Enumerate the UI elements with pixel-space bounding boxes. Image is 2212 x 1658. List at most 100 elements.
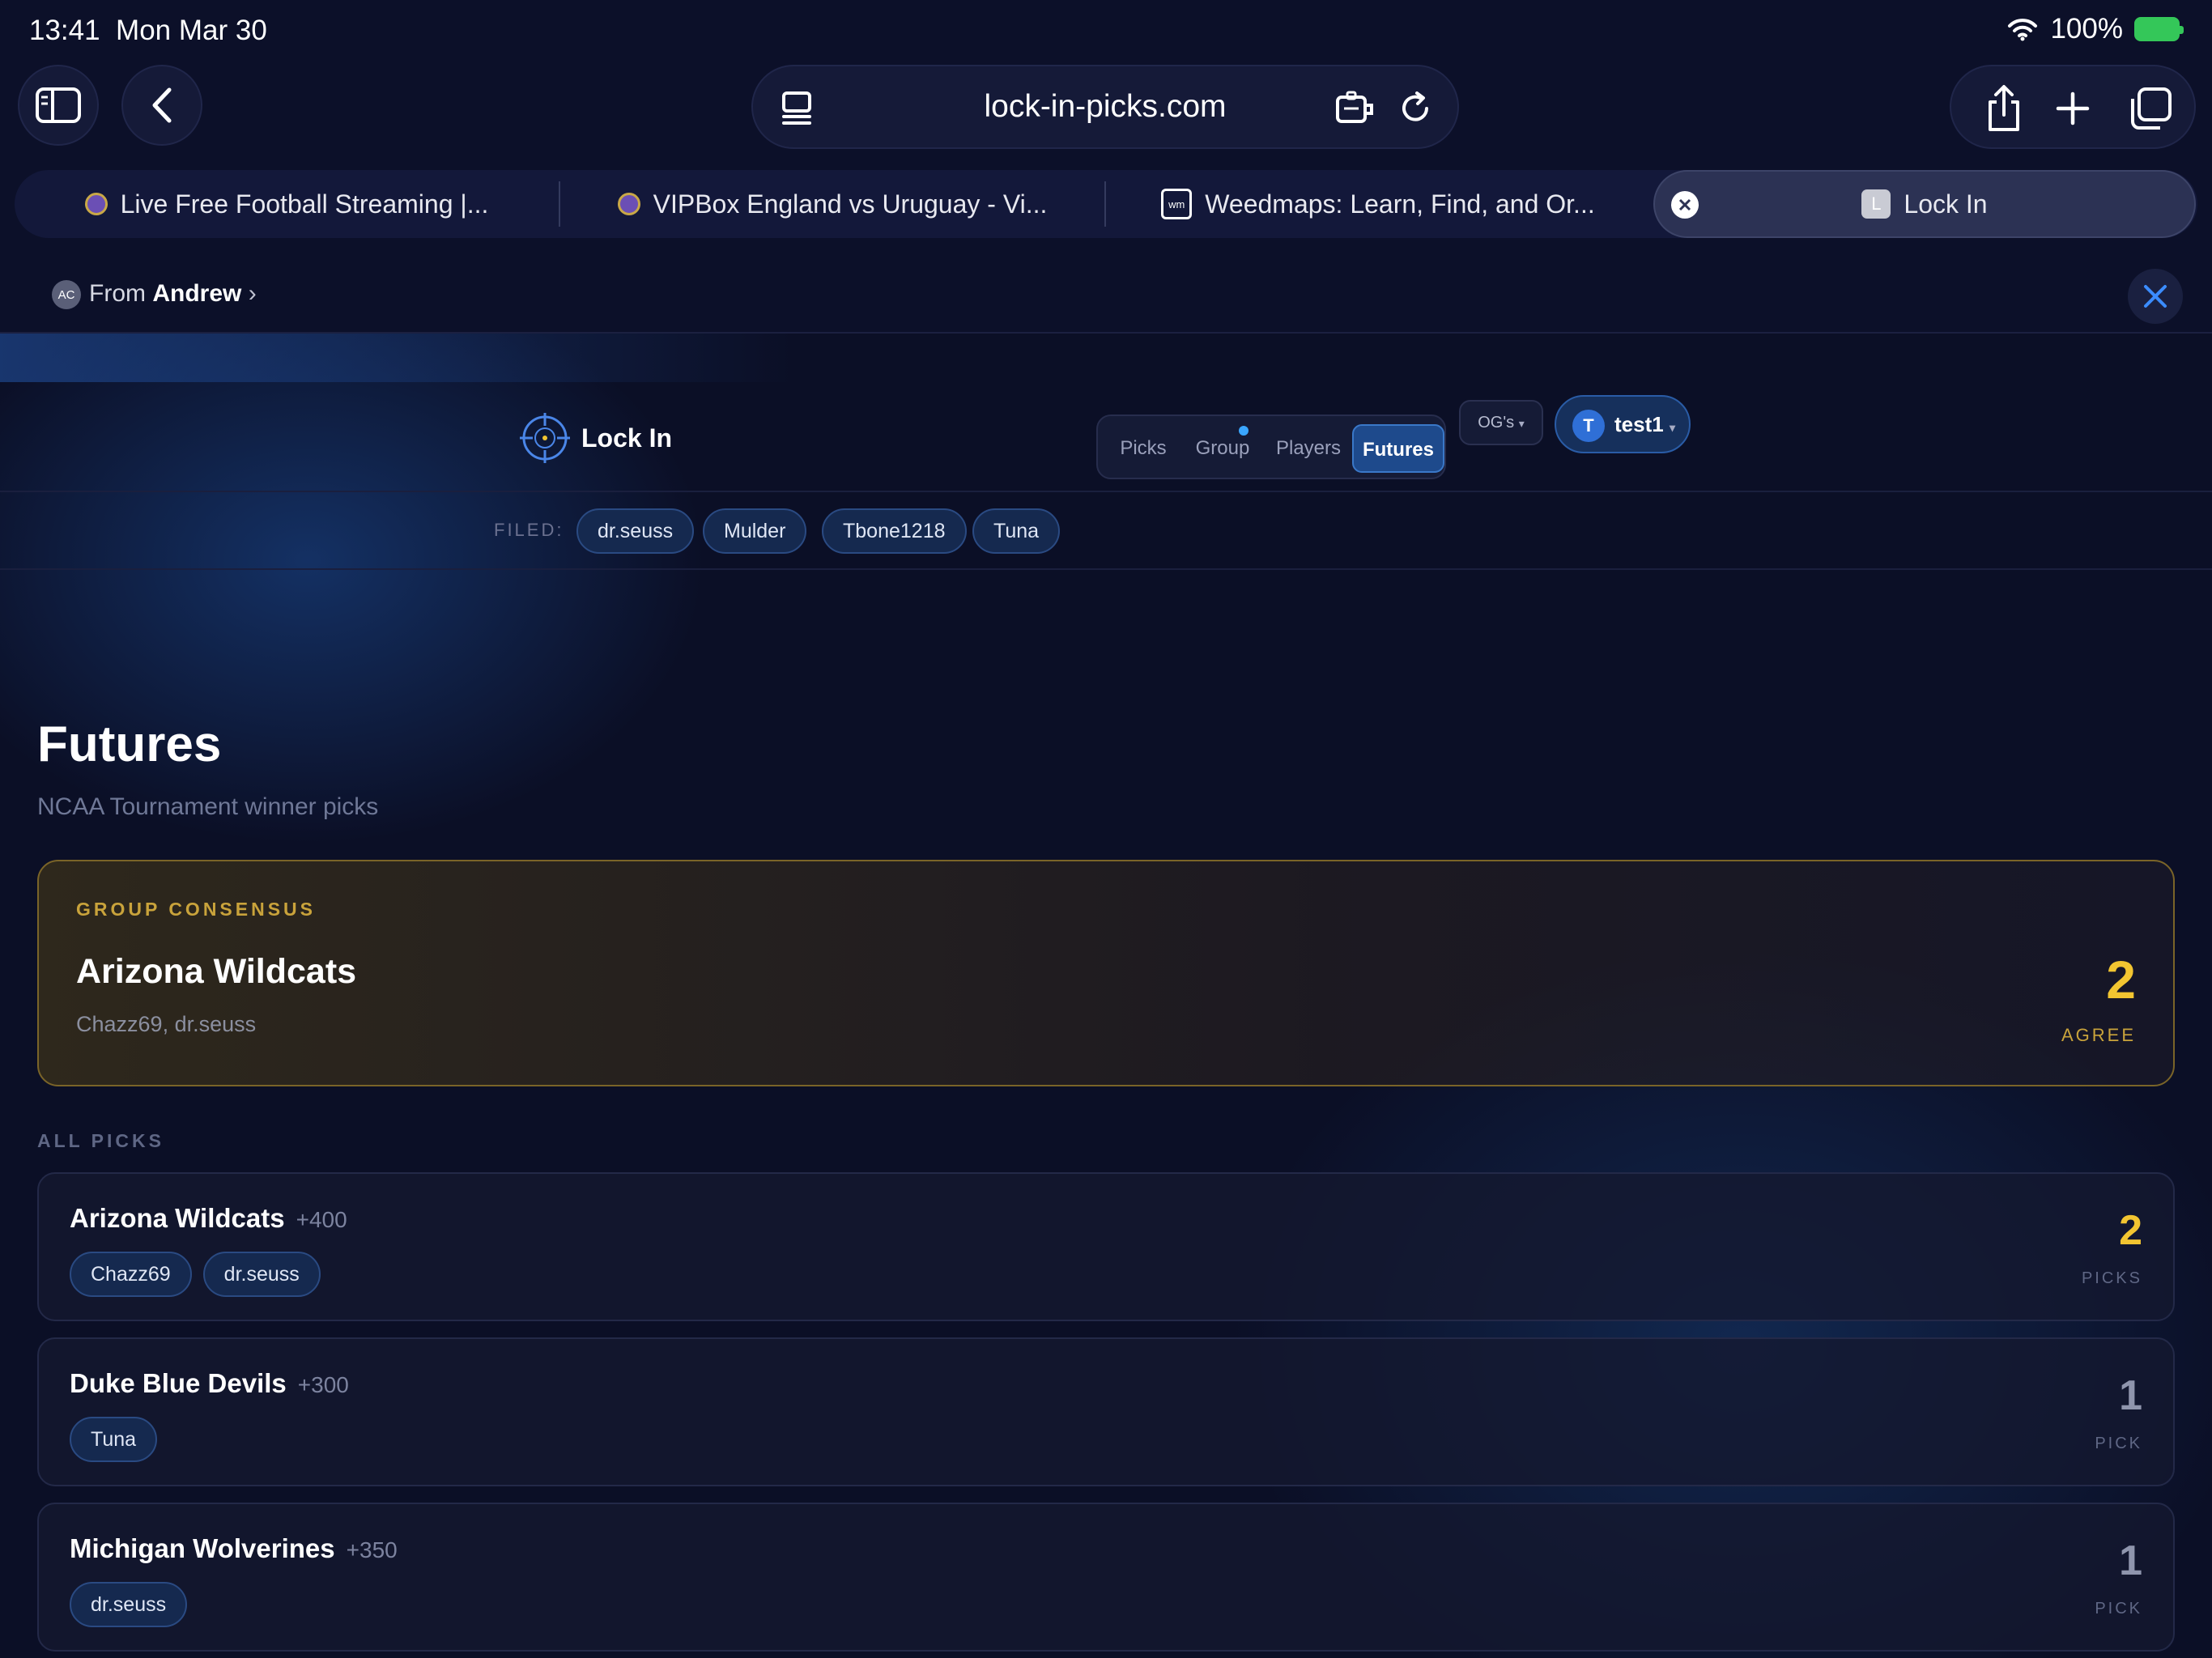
tab-lock-in[interactable]: L Lock In	[1653, 170, 2196, 238]
pickers-list: Tuna	[70, 1417, 158, 1462]
reader-extension-icon[interactable]	[1334, 91, 1375, 126]
wifi-icon	[2008, 19, 2038, 41]
back-button[interactable]	[121, 65, 202, 146]
shared-from-bar: AC From Andrew ›	[0, 256, 2212, 334]
filed-row: FILED: dr.seuss Mulder Tbone1218 Tuna	[0, 492, 2212, 570]
page-title: Futures	[37, 716, 222, 772]
new-tab-icon[interactable]	[2055, 91, 2091, 126]
pickers-list: Chazz69 dr.seuss	[70, 1252, 321, 1297]
filed-chip[interactable]: Tbone1218	[822, 508, 967, 554]
shared-from-link[interactable]: From Andrew ›	[89, 280, 257, 308]
browser-actions	[1950, 65, 2196, 149]
dismiss-shared-button[interactable]	[2128, 269, 2183, 324]
crosshair-icon	[520, 413, 570, 463]
battery-icon	[2134, 17, 2184, 41]
reload-icon[interactable]	[1397, 91, 1433, 126]
nav-tab-picks[interactable]: Picks	[1109, 424, 1177, 473]
app-header: Lock In Picks Group Players Futures OG's…	[0, 382, 2212, 492]
status-date: Mon Mar 30	[116, 15, 267, 46]
address-bar[interactable]: lock-in-picks.com	[751, 65, 1459, 149]
logo-text: Lock In	[581, 423, 673, 453]
tab-favicon	[617, 193, 640, 215]
picker-chip[interactable]: Chazz69	[70, 1252, 192, 1297]
pick-unit: PICKS	[2081, 1269, 2142, 1287]
group-selector-label: OG's	[1478, 414, 1515, 432]
weedmaps-favicon: wm	[1161, 189, 1193, 219]
nav-tab-group[interactable]: Group	[1184, 424, 1261, 473]
pickers-list: dr.seuss	[70, 1582, 188, 1627]
nav-tab-futures[interactable]: Futures	[1352, 424, 1444, 473]
pick-card[interactable]: Duke Blue Devils +300 Tuna 1 PICK	[37, 1337, 2175, 1486]
share-icon[interactable]	[1985, 84, 2023, 133]
consensus-count: 2	[2106, 950, 2136, 1010]
web-page: Lock In Picks Group Players Futures OG's…	[0, 334, 2212, 1658]
from-name: Andrew	[152, 280, 242, 307]
tab-live-football[interactable]: Live Free Football Streaming |...	[15, 170, 559, 238]
tab-label: Live Free Football Streaming |...	[120, 189, 489, 219]
user-avatar: T	[1572, 410, 1605, 442]
tab-label: Lock In	[1904, 189, 1988, 219]
chevron-right-icon: ›	[248, 280, 257, 307]
pick-team: Duke Blue Devils	[70, 1368, 287, 1398]
consensus-unit: AGREE	[2061, 1025, 2136, 1045]
consensus-team: Arizona Wildcats	[76, 952, 357, 991]
filed-chip[interactable]: dr.seuss	[576, 508, 695, 554]
pick-team: Arizona Wildcats	[70, 1203, 285, 1233]
battery-percent: 100%	[2050, 13, 2123, 45]
tab-label: VIPBox England vs Uruguay - Vi...	[653, 189, 1048, 219]
sidebar-icon	[36, 87, 81, 123]
close-icon	[2144, 285, 2167, 308]
status-bar: 13:41 Mon Mar 30 100%	[0, 0, 2212, 63]
all-picks-label: ALL PICKS	[37, 1130, 164, 1151]
group-consensus-card: GROUP CONSENSUS Arizona Wildcats Chazz69…	[37, 860, 2175, 1086]
chevron-left-icon	[152, 87, 172, 123]
filed-label: FILED:	[494, 520, 564, 540]
pick-unit: PICK	[2095, 1600, 2142, 1618]
group-selector[interactable]: OG's ▾	[1459, 400, 1543, 445]
sender-avatar: AC	[52, 280, 81, 309]
user-name-wrap: test1 ▾	[1614, 412, 1675, 437]
tab-strip: Live Free Football Streaming |... VIPBox…	[15, 170, 2197, 238]
filed-chip[interactable]: Mulder	[703, 508, 807, 554]
pick-card[interactable]: Michigan Wolverines +350 dr.seuss 1 PICK	[37, 1503, 2175, 1652]
pick-count: 2	[2119, 1207, 2142, 1254]
app-logo[interactable]: Lock In	[520, 413, 672, 463]
filed-chip[interactable]: Tuna	[972, 508, 1061, 554]
caret-down-icon: ▾	[1669, 421, 1675, 434]
pick-team-wrap: Duke Blue Devils +300	[70, 1368, 349, 1399]
status-right: 100%	[2006, 13, 2184, 45]
consensus-label: GROUP CONSENSUS	[76, 899, 317, 920]
user-menu[interactable]: T test1 ▾	[1555, 395, 1691, 453]
lock-in-favicon: L	[1861, 189, 1891, 219]
user-name: test1	[1614, 412, 1664, 436]
tab-weedmaps[interactable]: wm Weedmaps: Learn, Find, and Or...	[1106, 170, 1650, 238]
tab-label: Weedmaps: Learn, Find, and Or...	[1205, 189, 1595, 219]
close-icon	[1678, 198, 1691, 211]
nav-tabs: Picks Group Players Futures	[1096, 414, 1446, 479]
sidebar-toggle-button[interactable]	[18, 65, 99, 146]
status-time: 13:41 Mon Mar 30	[29, 15, 267, 47]
browser-chrome: 13:41 Mon Mar 30 100% lock-in-picks.com …	[0, 0, 2212, 334]
picker-chip[interactable]: dr.seuss	[202, 1252, 321, 1297]
pick-odds: +350	[346, 1537, 398, 1562]
pick-team-wrap: Arizona Wildcats +400	[70, 1203, 347, 1234]
caret-down-icon: ▾	[1518, 417, 1525, 430]
pick-count: 1	[2119, 1537, 2142, 1584]
pick-team-wrap: Michigan Wolverines +350	[70, 1533, 398, 1564]
status-clock: 13:41	[29, 15, 100, 46]
from-prefix: From	[89, 280, 146, 307]
picker-chip[interactable]: Tuna	[70, 1417, 158, 1462]
tab-overview-icon[interactable]	[2128, 86, 2173, 131]
pick-count: 1	[2119, 1372, 2142, 1419]
close-tab-button[interactable]	[1671, 191, 1699, 219]
pick-unit: PICK	[2095, 1435, 2142, 1452]
top-glow	[0, 334, 793, 382]
picker-chip[interactable]: dr.seuss	[70, 1582, 188, 1627]
tab-vipbox[interactable]: VIPBox England vs Uruguay - Vi...	[560, 170, 1104, 238]
page-subtitle: NCAA Tournament winner picks	[37, 793, 379, 820]
pick-card[interactable]: Arizona Wildcats +400 Chazz69 dr.seuss 2 …	[37, 1172, 2175, 1321]
pick-team: Michigan Wolverines	[70, 1533, 335, 1563]
nav-tab-players[interactable]: Players	[1268, 424, 1349, 473]
pick-odds: +300	[297, 1372, 349, 1397]
tab-favicon	[84, 193, 108, 215]
